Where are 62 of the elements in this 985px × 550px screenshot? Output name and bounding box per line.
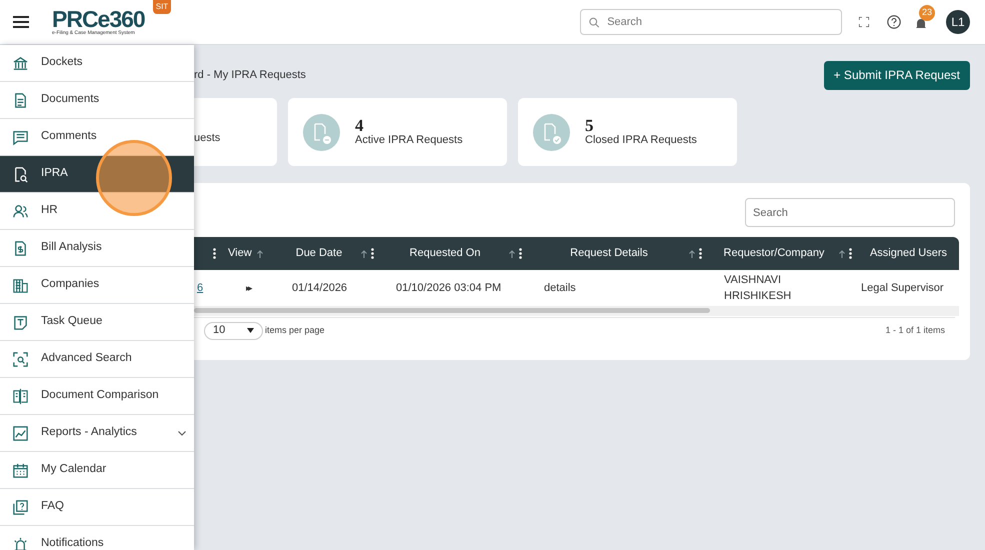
- sort-arrow-icon[interactable]: [256, 250, 263, 258]
- sort-arrow-icon[interactable]: [689, 250, 695, 258]
- sidebar-item[interactable]: Notifications: [0, 526, 194, 550]
- page-size-dropdown[interactable]: 10: [204, 322, 263, 340]
- caret-icon: [247, 328, 254, 333]
- sidebar-item[interactable]: My Calendar: [0, 452, 194, 489]
- sort-arrow-icon[interactable]: [838, 250, 845, 258]
- search-field[interactable]: Search: [580, 9, 842, 35]
- page-size-label: items per page: [265, 324, 325, 337]
- column-header[interactable]: Request Details: [570, 245, 648, 262]
- environment-badge: SIT: [152, 0, 172, 14]
- column-menu-icon[interactable]: [848, 248, 852, 259]
- notification-count: 23: [919, 5, 935, 21]
- sidebar-item[interactable]: FAQ: [0, 489, 194, 526]
- breadcrumb: rd - My IPRA Requests: [194, 68, 306, 83]
- pager-info: 1 - 1 of 1 items: [885, 324, 945, 337]
- search-field[interactable]: Search: [745, 198, 955, 227]
- request-link[interactable]: 6: [197, 282, 204, 294]
- menu-icon[interactable]: [13, 15, 29, 29]
- document-check-icon: [533, 114, 570, 150]
- stat-count: 4: [355, 116, 364, 134]
- submit-request-button[interactable]: + Submit IPRA Request: [824, 60, 970, 90]
- help-icon[interactable]: [887, 15, 901, 29]
- stat-count: 5: [585, 116, 594, 134]
- sidebar-item[interactable]: Documents: [0, 82, 194, 119]
- sort-arrow-icon[interactable]: [360, 250, 367, 258]
- column-menu-icon[interactable]: [370, 248, 374, 259]
- column-header[interactable]: Due Date: [296, 245, 342, 262]
- sort-arrow-icon[interactable]: [509, 250, 515, 258]
- view-button[interactable]: ▸▸: [246, 282, 250, 293]
- column-header[interactable]: View: [228, 245, 252, 262]
- sidebar-item[interactable]: Advanced Search: [0, 341, 194, 378]
- search-icon: [589, 16, 600, 28]
- stat-label: Closed IPRA Requests: [585, 134, 697, 148]
- chart-icon: [11, 424, 30, 442]
- table-cell: 01/14/2026: [292, 282, 348, 294]
- column-menu-icon[interactable]: [699, 248, 702, 259]
- column-header[interactable]: Requested On: [410, 245, 480, 262]
- table-cell: Legal Supervisor: [861, 282, 944, 294]
- faq-icon: [11, 498, 30, 516]
- fullscreen-icon[interactable]: [859, 17, 869, 27]
- stat-card: uests: [194, 98, 277, 166]
- chevron-down-icon: [178, 430, 186, 436]
- sidebar-item[interactable]: Dockets: [0, 45, 194, 82]
- sidebar-item[interactable]: IPRA: [0, 156, 194, 193]
- logo: PRCe360: [52, 8, 145, 31]
- column-header[interactable]: Requestor/Company: [724, 245, 824, 262]
- document-icon: [303, 114, 340, 150]
- column-menu-icon[interactable]: [213, 248, 216, 259]
- search-input[interactable]: Search: [607, 14, 833, 30]
- stat-label: Active IPRA Requests: [355, 134, 463, 148]
- column-header[interactable]: Assigned Users: [870, 245, 948, 262]
- column-menu-icon[interactable]: [519, 248, 522, 259]
- table-cell: 01/10/2026 03:04 PM: [396, 282, 502, 294]
- sidebar-item[interactable]: Reports - Analytics: [0, 415, 194, 452]
- sidebar-item[interactable]: Document Comparison: [0, 378, 194, 415]
- scan-search-icon: [11, 350, 30, 368]
- bell-icon[interactable]: [915, 17, 927, 31]
- table-cell: details: [544, 282, 576, 294]
- user-avatar[interactable]: L1: [946, 10, 970, 34]
- table-cell: VAISHNAVI HRISHIKESH: [724, 274, 792, 302]
- compare-icon: [11, 386, 30, 406]
